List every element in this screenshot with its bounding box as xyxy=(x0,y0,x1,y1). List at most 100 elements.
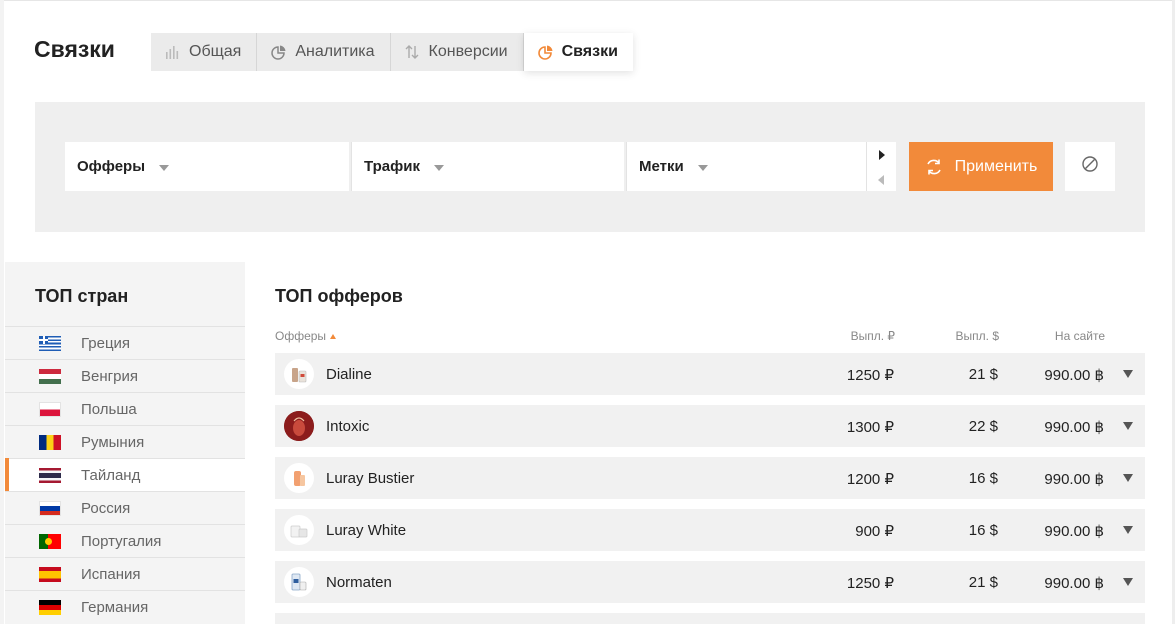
offer-site-price: 990.00 ฿ xyxy=(1044,471,1104,488)
offer-payout-usd: 22 $ xyxy=(968,418,998,435)
country-name: Россия xyxy=(81,499,131,517)
block-icon xyxy=(1081,155,1099,178)
country-name: Тайланд xyxy=(81,466,141,484)
spain-flag-icon xyxy=(39,566,61,582)
portugal-flag-icon xyxy=(39,533,61,549)
country-item-russia[interactable]: Россия xyxy=(5,491,245,524)
pie-chart-icon xyxy=(271,45,286,60)
offer-site-price: 990.00 ฿ xyxy=(1044,419,1104,436)
country-name: Греция xyxy=(81,334,131,352)
bar-chart-icon xyxy=(165,45,180,60)
offer-row-partial[interactable] xyxy=(275,613,1145,624)
offer-payout-rub: 900 ₽ xyxy=(855,523,894,540)
page-title: Связки xyxy=(34,36,115,62)
offer-name: Normaten xyxy=(326,574,392,591)
offer-site-price: 990.00 ฿ xyxy=(1044,575,1104,592)
offer-row-intoxic[interactable]: Intoxic 1300 ₽ 22 $ 990.00 ฿ xyxy=(275,405,1145,447)
tab-analytics[interactable]: Аналитика xyxy=(257,33,391,71)
country-item-thailand[interactable]: Тайланд xyxy=(5,458,245,492)
offer-payout-usd: 21 $ xyxy=(968,574,998,591)
expand-row-icon[interactable] xyxy=(1123,526,1133,534)
swap-vertical-icon xyxy=(405,45,420,60)
traffic-filter-dropdown[interactable]: Трафик xyxy=(351,142,624,191)
scroll-right-icon[interactable] xyxy=(879,150,885,160)
country-item-hungary[interactable]: Венгрия xyxy=(5,359,245,392)
site-price-column-header[interactable]: На сайте xyxy=(1055,329,1105,343)
tab-bar: Общая Аналитика Конверсии Связки xyxy=(151,33,633,71)
apply-button-label: Применить xyxy=(954,157,1038,175)
offer-payout-rub: 1200 ₽ xyxy=(846,471,894,488)
tab-label: Связки xyxy=(561,43,618,60)
offer-payout-rub: 1250 ₽ xyxy=(846,367,894,384)
thailand-flag-icon xyxy=(39,467,61,483)
offer-row-normaten[interactable]: Normaten 1250 ₽ 21 $ 990.00 ฿ xyxy=(275,561,1145,603)
offers-filter-label: Офферы xyxy=(77,158,146,175)
traffic-filter-label: Трафик xyxy=(364,158,420,175)
expand-row-icon[interactable] xyxy=(1123,578,1133,586)
scroll-left-icon[interactable] xyxy=(878,175,884,185)
top-offers-title: ТОП офферов xyxy=(275,286,403,306)
offer-row-luray-bustier[interactable]: Luray Bustier 1200 ₽ 16 $ 990.00 ฿ xyxy=(275,457,1145,499)
country-item-portugal[interactable]: Португалия xyxy=(5,524,245,557)
sort-ascending-icon xyxy=(330,334,337,339)
tags-filter-dropdown[interactable]: Метки xyxy=(626,142,866,191)
offers-name-column-header[interactable]: Офферы xyxy=(275,329,337,343)
refresh-icon xyxy=(925,158,943,176)
expand-row-icon[interactable] xyxy=(1123,422,1133,430)
top-countries-title: ТОП стран xyxy=(35,286,129,306)
country-item-germany[interactable]: Германия xyxy=(5,590,245,623)
chevron-down-icon xyxy=(697,165,708,171)
offers-filter-dropdown[interactable]: Офферы xyxy=(65,142,349,191)
poland-flag-icon xyxy=(39,401,61,417)
country-name: Испания xyxy=(81,565,141,583)
country-name: Польша xyxy=(81,400,137,418)
offer-name: Luray Bustier xyxy=(326,470,415,487)
expand-row-icon[interactable] xyxy=(1123,474,1133,482)
offer-payout-rub: 1300 ₽ xyxy=(846,419,894,436)
country-item-romania[interactable]: Румыния xyxy=(5,425,245,458)
tab-conversions[interactable]: Конверсии xyxy=(390,33,524,71)
offer-site-price: 990.00 ฿ xyxy=(1044,367,1104,384)
tab-label: Общая xyxy=(189,43,242,60)
payout-usd-column-header[interactable]: Выпл. $ xyxy=(956,329,999,343)
country-item-greece[interactable]: Греция xyxy=(5,326,245,359)
offer-payout-usd: 21 $ xyxy=(968,366,998,383)
column-header-label: Офферы xyxy=(275,329,327,343)
window-top-border xyxy=(0,0,1175,1)
expand-row-icon[interactable] xyxy=(1123,370,1133,378)
offer-row-luray-white[interactable]: Luray White 900 ₽ 16 $ 990.00 ฿ xyxy=(275,509,1145,551)
hungary-flag-icon xyxy=(39,368,61,384)
filter-scroll-arrows xyxy=(866,142,896,191)
window-left-border xyxy=(0,0,4,624)
chevron-down-icon xyxy=(159,165,170,171)
offers-table-body: Dialine 1250 ₽ 21 $ 990.00 ฿ Intoxic 130… xyxy=(275,353,1145,624)
offer-payout-usd: 16 $ xyxy=(968,470,998,487)
offer-name: Dialine xyxy=(326,366,372,383)
product-thumbnail xyxy=(284,463,314,493)
tab-label: Конверсии xyxy=(428,43,508,60)
offers-table-header: Офферы Выпл. ₽ Выпл. $ На сайте xyxy=(275,329,1145,345)
offer-payout-rub: 1250 ₽ xyxy=(846,575,894,592)
country-name: Германия xyxy=(81,598,149,616)
offer-name: Intoxic xyxy=(326,418,370,435)
greece-flag-icon xyxy=(39,335,61,351)
product-thumbnail xyxy=(284,567,314,597)
product-thumbnail xyxy=(284,359,314,389)
offer-row-dialine[interactable]: Dialine 1250 ₽ 21 $ 990.00 ฿ xyxy=(275,353,1145,395)
country-name: Венгрия xyxy=(81,367,138,385)
offer-name: Luray White xyxy=(326,522,407,539)
payout-rub-column-header[interactable]: Выпл. ₽ xyxy=(851,329,895,343)
russia-flag-icon xyxy=(39,500,61,516)
apply-button[interactable]: Применить xyxy=(909,142,1053,191)
romania-flag-icon xyxy=(39,434,61,450)
reset-filters-button[interactable] xyxy=(1065,142,1115,191)
chevron-down-icon xyxy=(433,165,444,171)
top-countries-panel: ТОП стран Греция Венгрия Польша Румыния … xyxy=(5,262,245,624)
tab-general[interactable]: Общая xyxy=(151,33,258,71)
pie-chart-orange-icon xyxy=(537,45,553,60)
offer-payout-usd: 16 $ xyxy=(968,522,998,539)
country-item-poland[interactable]: Польша xyxy=(5,392,245,425)
country-item-spain[interactable]: Испания xyxy=(5,557,245,590)
germany-flag-icon xyxy=(39,599,61,615)
tab-links[interactable]: Связки xyxy=(523,33,633,71)
